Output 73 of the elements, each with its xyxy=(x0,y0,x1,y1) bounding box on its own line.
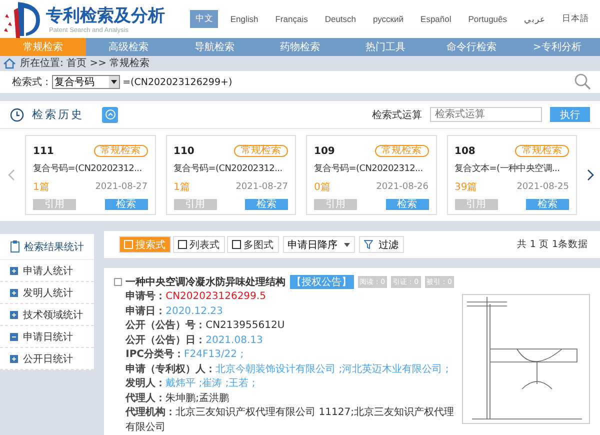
history-number: 108 xyxy=(454,146,476,156)
result-checkbox[interactable] xyxy=(114,278,122,286)
language-link[interactable]: Deutsch xyxy=(320,11,362,27)
patent-field: 申请日：2020.12.23 xyxy=(114,304,454,319)
field-select[interactable]: 复合号码 xyxy=(52,75,120,90)
site-title: 专利检索及分析 xyxy=(46,5,165,27)
language-link[interactable]: Français xyxy=(270,11,313,27)
status-tag: 【授权公告】 xyxy=(290,275,354,289)
caret-icon xyxy=(110,80,117,84)
breadcrumb: 所在位置: 首页 >> 常规检索 xyxy=(20,56,150,70)
search-label: 检索式 : xyxy=(12,76,49,90)
view-tab[interactable]: 多图式 xyxy=(226,236,279,253)
filter-icon xyxy=(364,240,373,249)
next-icon[interactable] xyxy=(587,169,594,181)
patent-field: 代理机构：北京三友知识产权代理有限公司 11127;北京三友知识产权代理有限公司 xyxy=(114,406,454,435)
stats-item[interactable]: 申请人统计 xyxy=(23,264,73,278)
view-tab[interactable]: 列表式 xyxy=(172,236,225,253)
patent-field: 公开（公告）日：2021.08.13 xyxy=(114,334,454,348)
result-count: 1篇 xyxy=(174,181,190,194)
plus-icon[interactable] xyxy=(10,266,18,274)
language-link[interactable]: 日本語 xyxy=(557,10,594,28)
history-query: 复合号码=(CN20202312... xyxy=(33,162,143,175)
collapse-button[interactable] xyxy=(102,106,118,122)
patent-field: 发明人：戴炜平 ;崔涛 ;王若 ; xyxy=(114,377,454,392)
patent-field: 公开（公告）号：CN213955612U xyxy=(114,319,454,334)
result-count: 39篇 xyxy=(454,181,478,194)
sort-dropdown[interactable]: 申请日降序 xyxy=(282,236,355,253)
history-title: 检索历史 xyxy=(32,107,84,122)
clock-icon xyxy=(10,108,24,122)
patent-field: 申请（专利权）人：北京今朝装饰设计有限公司 ;河北英迈木业有限公司 ; xyxy=(114,362,454,377)
history-number: 109 xyxy=(314,146,335,156)
patent-field: IPC分类号：F24F13/22 ; xyxy=(114,348,454,362)
view-icon xyxy=(232,240,241,249)
history-date: 2021-08-27 xyxy=(95,182,148,192)
plus-icon[interactable] xyxy=(10,354,18,362)
stats-item[interactable]: 发明人统计 xyxy=(23,286,73,300)
history-date: 2021-08-26 xyxy=(376,182,428,192)
operation-field[interactable]: 检索式运算 xyxy=(430,107,542,122)
patent-field: 申请号：CN202023126299.5 xyxy=(114,290,454,304)
stats-title: 检索结果统计 xyxy=(24,240,84,254)
caret-icon xyxy=(344,242,350,246)
patent-title[interactable]: 一种中央空调冷凝水防异味处理结构 xyxy=(126,275,286,289)
view-icon xyxy=(124,240,133,249)
stats-item[interactable]: 公开日统计 xyxy=(23,352,73,366)
history-number: 111 xyxy=(33,146,54,156)
plus-icon[interactable] xyxy=(10,310,18,318)
history-query: 复合文本=(一种中央空调... xyxy=(454,162,561,175)
language-link[interactable]: Português xyxy=(463,11,512,27)
stats-item[interactable]: 申请日统计 xyxy=(23,330,73,344)
logo-icon xyxy=(4,0,40,38)
search-query: =(CN202023126299+) xyxy=(122,76,234,88)
history-number: 110 xyxy=(174,146,194,156)
stats-item[interactable]: 技术领域统计 xyxy=(23,308,83,322)
history-query: 复合号码=(CN20202312... xyxy=(314,162,424,175)
result-count: 0篇 xyxy=(314,181,330,194)
page-info: 共 1 页 1条数据 xyxy=(516,238,588,251)
history-date: 2021-08-25 xyxy=(516,182,569,192)
language-link[interactable]: Español xyxy=(416,11,456,27)
language-link[interactable]: عربي xyxy=(519,11,550,27)
language-link[interactable]: English xyxy=(225,11,264,27)
history-date: 2021-08-27 xyxy=(236,182,288,192)
clipboard-icon xyxy=(10,240,20,253)
minus-icon[interactable] xyxy=(10,332,18,340)
patent-field: 代理人：朱坤鹏;孟洪鹏 xyxy=(114,392,454,406)
search-icon[interactable] xyxy=(574,73,592,92)
operation-label: 检索式运算 xyxy=(372,108,422,122)
home-icon[interactable] xyxy=(3,58,16,69)
plus-icon[interactable] xyxy=(10,288,18,296)
language-link[interactable]: русский xyxy=(368,11,409,27)
result-count: 1篇 xyxy=(33,181,50,194)
filter-button[interactable]: 过滤 xyxy=(358,236,404,253)
view-icon xyxy=(178,240,187,249)
history-query: 复合号码=(CN20202312... xyxy=(174,162,284,175)
